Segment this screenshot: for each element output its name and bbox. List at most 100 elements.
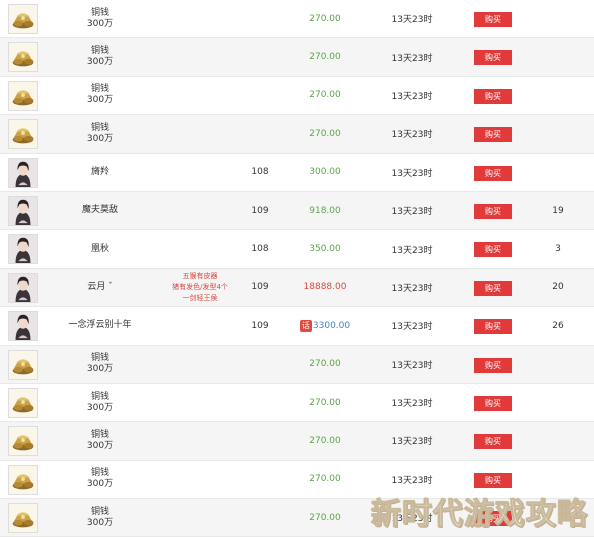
price-value: 270.00 — [309, 90, 341, 101]
gold-ingots-icon[interactable] — [8, 387, 38, 418]
price: 270.00 — [290, 461, 360, 498]
item-name-line1: 铜钱 — [90, 353, 109, 364]
remaining-time: 13天23时 — [391, 53, 433, 64]
item-name-line1: 铜钱 — [90, 506, 109, 517]
buy-button[interactable]: 购买 — [474, 12, 512, 27]
level — [240, 115, 280, 152]
item-name-line1: 铜钱 — [90, 7, 109, 18]
price: 300.00 — [290, 154, 360, 191]
item-name: 铜钱 300万 — [40, 422, 160, 459]
remaining-time: 13天23时 — [391, 15, 433, 26]
table-row: 凰秋 108 350.00 13天23时 购买 3 — [0, 230, 594, 269]
price-tag-icon: 话 — [299, 319, 312, 332]
table-row: 铜钱 300万 270.00 13天23时 购买 — [0, 384, 594, 423]
price-value: 270.00 — [309, 474, 341, 485]
level — [240, 346, 280, 383]
item-name: 魔夫莫敌 — [40, 192, 160, 229]
price: 270.00 — [290, 0, 360, 37]
price: 270.00 — [290, 384, 360, 421]
buy-button[interactable]: 购买 — [474, 88, 512, 104]
level — [240, 38, 280, 75]
level: 109 — [251, 320, 269, 331]
item-name-line1: 一念浮云别十年 — [68, 320, 132, 331]
character-portrait-icon[interactable] — [8, 272, 38, 303]
price: 270.00 — [290, 77, 360, 114]
price: 270.00 — [290, 38, 360, 75]
item-name-line2: 300万 — [86, 364, 114, 375]
count — [540, 346, 576, 383]
price-value: 18888.00 — [303, 282, 347, 293]
item-name-line1: 云月 ˇ — [87, 281, 113, 292]
price: 270.00 — [290, 115, 360, 152]
buy-button[interactable]: 购买 — [474, 434, 512, 450]
buy-button[interactable]: 购买 — [474, 127, 512, 143]
table-row: 铜钱 300万 270.00 13天23时 购买 — [0, 345, 594, 384]
price-value: 270.00 — [309, 359, 341, 370]
price-value: 270.00 — [309, 512, 341, 523]
buy-button[interactable]: 购买 — [474, 319, 512, 335]
level — [240, 0, 280, 37]
item-name-line2: 300万 — [86, 517, 114, 528]
price: 话 3300.00 — [290, 307, 360, 344]
count — [540, 115, 576, 152]
count — [540, 77, 576, 114]
remaining-time: 13天23时 — [391, 91, 433, 102]
item-name-line2: 300万 — [86, 95, 114, 106]
count — [540, 38, 576, 75]
buy-button[interactable]: 购买 — [474, 395, 512, 411]
item-name-line1: 铜钱 — [90, 391, 109, 402]
buy-button[interactable]: 购买 — [474, 280, 512, 296]
level: 109 — [251, 205, 269, 216]
listing-table: 铜钱 300万 270.00 13天23时 购买 铜钱 300万 270.00 13… — [0, 0, 594, 537]
character-portrait-icon[interactable] — [8, 157, 38, 188]
table-row: 一念浮云别十年 109 话 3300.00 13天23时 购买 26 — [0, 307, 594, 346]
gold-ingots-icon[interactable] — [8, 503, 38, 534]
item-name-line2: 300万 — [86, 440, 114, 451]
level: 108 — [251, 244, 269, 255]
gold-ingots-icon[interactable] — [8, 4, 38, 34]
gold-ingots-icon[interactable] — [8, 42, 38, 73]
price-value: 270.00 — [309, 128, 341, 139]
item-name: 云月 ˇ — [40, 269, 160, 306]
buy-button[interactable]: 购买 — [474, 203, 512, 219]
item-name-line1: 铜钱 — [90, 429, 109, 440]
buy-button[interactable]: 购买 — [474, 472, 512, 488]
character-portrait-icon[interactable] — [8, 234, 38, 265]
count: 26 — [552, 320, 564, 331]
buy-button[interactable]: 购买 — [474, 165, 512, 181]
gold-ingots-icon[interactable] — [8, 464, 38, 495]
price: 918.00 — [290, 192, 360, 229]
buy-button[interactable]: 购买 — [474, 50, 512, 66]
count — [540, 154, 576, 191]
buy-button[interactable]: 购买 — [474, 357, 512, 373]
price-value: 270.00 — [309, 397, 341, 408]
gold-ingots-icon[interactable] — [8, 119, 38, 150]
gold-ingots-icon[interactable] — [8, 426, 38, 457]
price-value: 350.00 — [309, 244, 341, 255]
remaining-time: 13天23时 — [391, 437, 433, 448]
count: 20 — [552, 282, 564, 293]
buy-button[interactable]: 购买 — [474, 242, 512, 258]
character-portrait-icon[interactable] — [8, 311, 38, 342]
item-name: 铜钱 300万 — [40, 115, 160, 152]
count — [540, 384, 576, 421]
level: 108 — [251, 167, 269, 178]
table-row: 铜钱 300万 270.00 13天23时 购买 — [0, 0, 594, 39]
item-name-line1: 铜钱 — [90, 84, 109, 95]
remaining-time: 13天23时 — [391, 399, 433, 410]
price: 270.00 — [290, 499, 360, 536]
gold-ingots-icon[interactable] — [8, 349, 38, 380]
character-portrait-icon[interactable] — [8, 195, 38, 226]
count: 3 — [555, 244, 561, 255]
gold-ingots-icon[interactable] — [8, 80, 38, 111]
item-name: 凰秋 — [40, 230, 160, 267]
item-name-line2: 300万 — [86, 18, 114, 29]
price: 270.00 — [290, 346, 360, 383]
item-name: 铜钱 300万 — [40, 384, 160, 421]
table-row: 铜钱 300万 270.00 13天23时 购买 — [0, 77, 594, 116]
level: 109 — [251, 282, 269, 293]
price-value: 918.00 — [309, 205, 341, 216]
count — [540, 0, 576, 37]
price: 270.00 — [290, 422, 360, 459]
remaining-time: 13天23时 — [391, 322, 433, 333]
